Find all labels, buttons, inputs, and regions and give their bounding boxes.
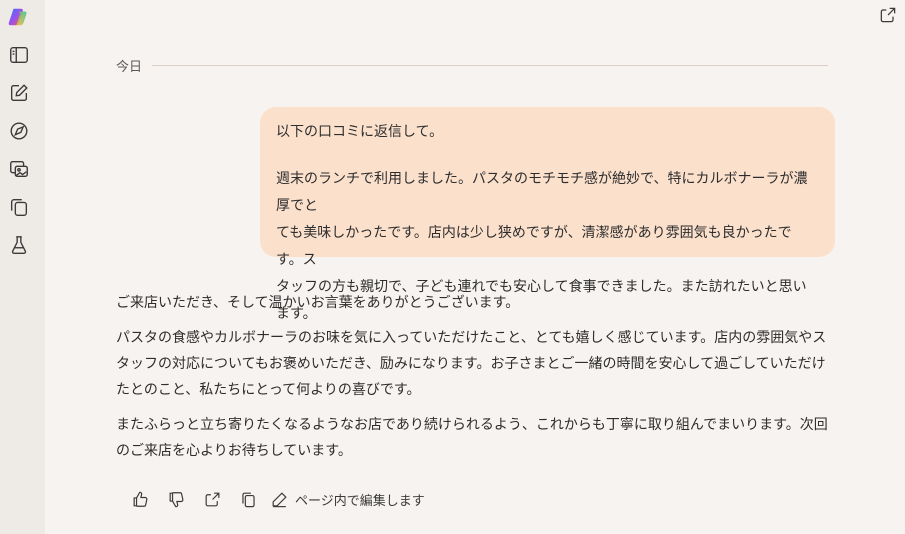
- share-icon[interactable]: [194, 486, 230, 512]
- image-gallery-icon[interactable]: [6, 156, 32, 182]
- reply-paragraph: パスタの食感やカルボナーラのお味を気に入っていただけたこと、とても嬉しく感じてい…: [116, 330, 827, 398]
- edit-in-page-label: ページ内で編集します: [295, 493, 425, 509]
- copilot-logo-icon[interactable]: [6, 4, 32, 30]
- date-divider: 今日: [116, 56, 828, 75]
- copilot-app: 今日 以下の口コミに返信して。 週末のランチで利用しました。パスタのモチモチ感が…: [0, 0, 905, 534]
- sidebar: [0, 0, 45, 534]
- sidebar-toggle-icon[interactable]: [6, 42, 32, 68]
- labs-flask-icon[interactable]: [6, 232, 32, 258]
- discover-icon[interactable]: [6, 118, 32, 144]
- new-chat-icon[interactable]: [6, 80, 32, 106]
- user-message-bubble: 以下の口コミに返信して。 週末のランチで利用しました。パスタのモチモチ感が絶妙で…: [260, 107, 835, 322]
- assistant-reply: ご来店いただき、そして温かいお言葉をありがとうございます。 パスタの食感やカルボ…: [116, 290, 831, 473]
- reply-paragraph: またふらっと立ち寄りたくなるようなお店であり続けられるよう、これからも丁寧に取り…: [116, 417, 828, 459]
- message-action-bar: ページ内で編集します: [122, 486, 425, 512]
- edit-pen-icon: [272, 491, 287, 507]
- edit-in-page-button[interactable]: ページ内で編集します: [270, 490, 425, 509]
- reply-paragraph: ご来店いただき、そして温かいお言葉をありがとうございます。: [116, 295, 520, 311]
- user-message-instruction: 以下の口コミに返信して。: [276, 124, 444, 140]
- pages-icon[interactable]: [6, 194, 32, 220]
- date-label: 今日: [116, 59, 143, 75]
- user-message-review-line: 週末のランチで利用しました。パスタのモチモチ感が絶妙で、特にカルボナーラが濃厚で…: [276, 171, 808, 214]
- user-message-review-line: ても美味しかったです。店内は少し狭めですが、清潔感があり雰囲気も良かったです。ス: [276, 225, 792, 268]
- thumbs-down-icon[interactable]: [158, 486, 194, 512]
- thumbs-up-icon[interactable]: [122, 486, 158, 512]
- share-icon[interactable]: [877, 4, 899, 26]
- divider-line: [152, 64, 828, 66]
- copy-icon[interactable]: [230, 486, 266, 512]
